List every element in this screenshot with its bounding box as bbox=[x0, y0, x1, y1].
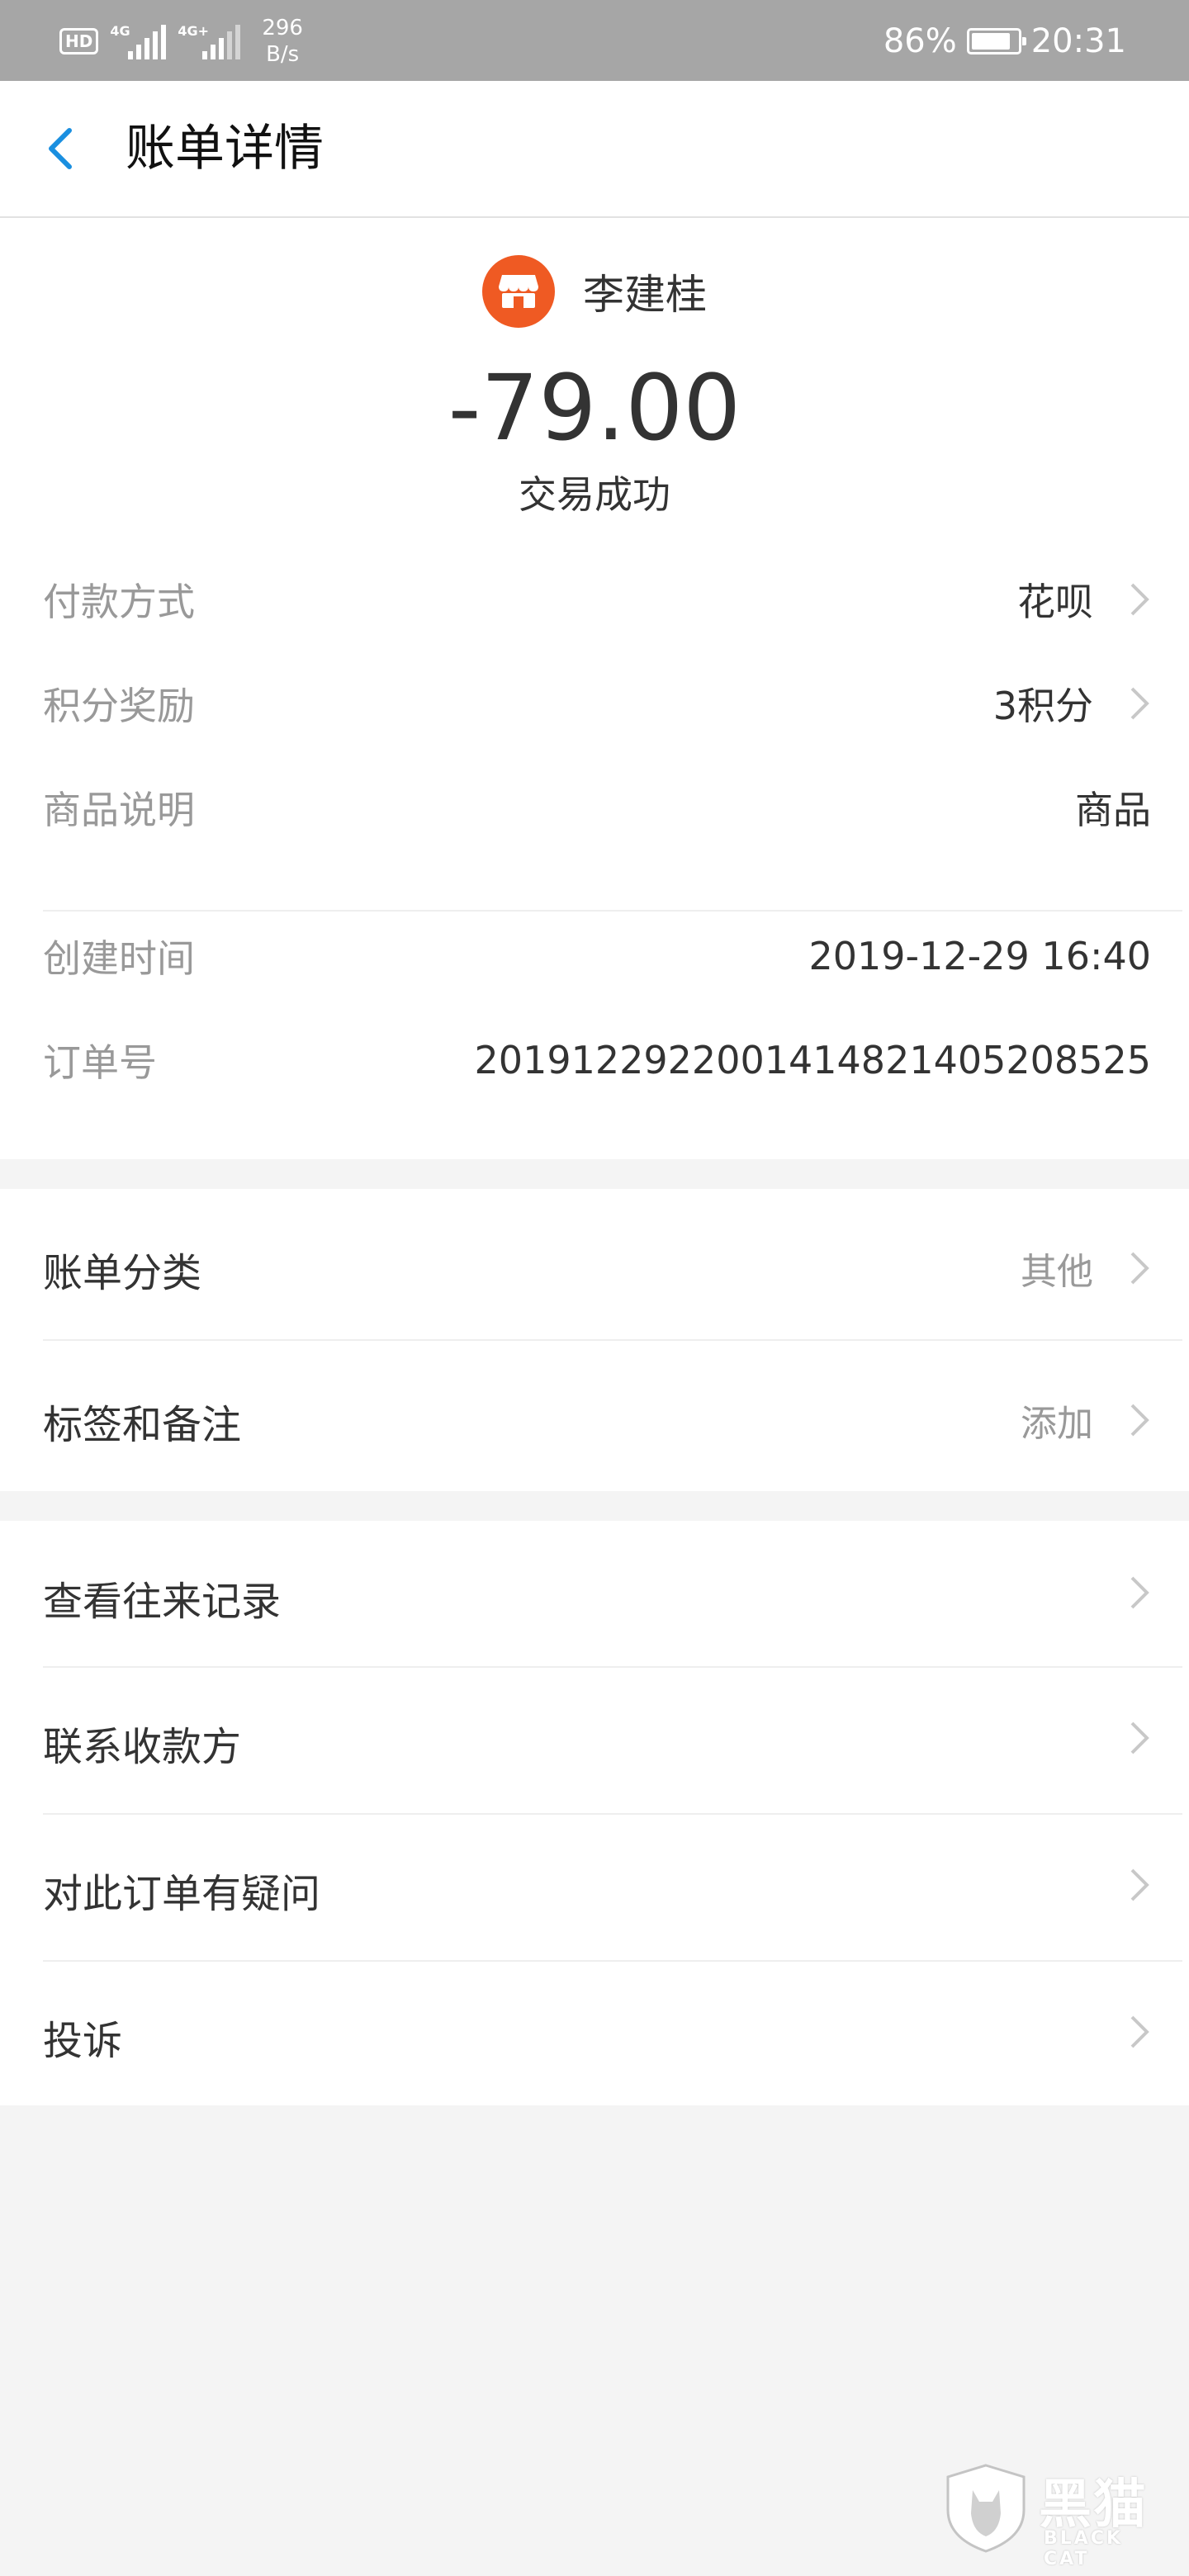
watermark-text: 黑猫 bbox=[1039, 2474, 1148, 2536]
battery-percent: 86% bbox=[883, 22, 957, 60]
detail-value: 花呗 bbox=[1017, 572, 1151, 627]
transaction-status: 交易成功 bbox=[519, 472, 670, 517]
chevron-right-icon bbox=[1130, 1404, 1149, 1437]
menu-value: 添加 bbox=[1021, 1394, 1151, 1447]
chevron-right-icon bbox=[1130, 1721, 1149, 1754]
store-icon bbox=[482, 255, 555, 328]
contact-payee-row[interactable]: 联系收款方 bbox=[0, 1668, 1189, 1813]
detail-label: 订单号 bbox=[43, 1040, 157, 1085]
status-bar-right: 86% 20:31 bbox=[883, 15, 1126, 68]
chevron-right-icon bbox=[1130, 583, 1149, 616]
view-records-row[interactable]: 查看往来记录 bbox=[0, 1521, 1189, 1666]
cat-shield-logo-icon bbox=[946, 2464, 1026, 2553]
points-reward-row[interactable]: 积分奖励 3积分 bbox=[43, 659, 1151, 748]
order-question-row[interactable]: 对此订单有疑问 bbox=[0, 1815, 1189, 1960]
menu-arrow bbox=[1093, 2013, 1151, 2051]
network-speed: 296 B/s bbox=[262, 15, 303, 68]
payment-method-row[interactable]: 付款方式 花呗 bbox=[43, 555, 1151, 644]
hd-badge: HD bbox=[59, 28, 99, 54]
transaction-amount: -79.00 bbox=[448, 355, 741, 461]
page-title: 账单详情 bbox=[126, 120, 324, 178]
back-button[interactable] bbox=[36, 117, 86, 180]
sim1-network-label: 4G bbox=[110, 23, 130, 39]
network-speed-value: 296 bbox=[262, 16, 303, 40]
watermark-subtext: BLACK CAT bbox=[1044, 2528, 1124, 2569]
menu-label: 账单分类 bbox=[43, 1250, 202, 1296]
detail-value: 3积分 bbox=[993, 676, 1151, 731]
signal-sim2-icon: 4G+ bbox=[178, 23, 241, 59]
chevron-left-icon bbox=[49, 128, 72, 169]
menu-arrow bbox=[1093, 1574, 1151, 1612]
detail-label: 积分奖励 bbox=[43, 684, 195, 728]
black-cat-watermark: 黑猫 BLACK CAT bbox=[941, 2459, 1172, 2569]
bill-summary-card: 李建桂 -79.00 交易成功 付款方式 花呗 积分奖励 3积分 商品说明 商品… bbox=[0, 218, 1189, 1159]
battery-icon bbox=[966, 28, 1026, 54]
product-description-row: 商品说明 商品 bbox=[43, 763, 1151, 852]
network-speed-unit: B/s bbox=[266, 42, 300, 67]
bill-category-value: 其他 bbox=[1021, 1251, 1093, 1293]
chevron-right-icon bbox=[1130, 1576, 1149, 1609]
chevron-right-icon bbox=[1130, 1252, 1149, 1285]
order-number-value[interactable]: 2019122922001414821405208525 bbox=[475, 1038, 1151, 1082]
bill-category-row[interactable]: 账单分类 其他 bbox=[0, 1189, 1189, 1341]
payment-method-value: 花呗 bbox=[1017, 580, 1093, 624]
signal-sim1-icon: 4G bbox=[110, 23, 167, 59]
chevron-right-icon bbox=[1130, 2015, 1149, 2048]
order-number-row: 订单号 2019122922001414821405208525 bbox=[43, 1016, 1151, 1105]
tags-notes-value: 添加 bbox=[1021, 1403, 1093, 1445]
detail-label: 商品说明 bbox=[43, 788, 195, 832]
nav-bar: 账单详情 bbox=[0, 81, 1189, 218]
battery-level-fill bbox=[971, 33, 1011, 50]
menu-value: 其他 bbox=[1021, 1242, 1151, 1295]
chevron-right-icon bbox=[1130, 1868, 1149, 1901]
bill-category-card: 账单分类 其他 标签和备注 添加 bbox=[0, 1189, 1189, 1491]
detail-label: 创建时间 bbox=[43, 936, 195, 981]
menu-label: 对此订单有疑问 bbox=[43, 1871, 321, 1917]
chevron-right-icon bbox=[1130, 687, 1149, 720]
created-time-row: 创建时间 2019-12-29 16:40 bbox=[43, 912, 1151, 1001]
merchant-name: 李建桂 bbox=[583, 271, 707, 319]
menu-label: 联系收款方 bbox=[43, 1724, 242, 1770]
points-reward-value: 3积分 bbox=[992, 684, 1093, 728]
status-bar-left: HD 4G 4G+ 296 B/s bbox=[59, 15, 303, 68]
status-bar: HD 4G 4G+ 296 B/s 86% 20:31 bbox=[0, 0, 1189, 81]
merchant-header[interactable]: 李建桂 bbox=[0, 254, 1189, 329]
tags-notes-row[interactable]: 标签和备注 添加 bbox=[0, 1341, 1189, 1491]
bill-actions-card: 查看往来记录 联系收款方 对此订单有疑问 投诉 bbox=[0, 1521, 1189, 2105]
product-description-value: 商品 bbox=[1075, 788, 1151, 832]
menu-arrow bbox=[1093, 1719, 1151, 1757]
complaint-row[interactable]: 投诉 bbox=[0, 1962, 1189, 2105]
detail-label: 付款方式 bbox=[43, 580, 195, 624]
menu-label: 投诉 bbox=[43, 2018, 123, 2064]
menu-label: 查看往来记录 bbox=[43, 1579, 282, 1625]
menu-arrow bbox=[1093, 1866, 1151, 1904]
created-time-value: 2019-12-29 16:40 bbox=[808, 934, 1151, 978]
clock: 20:31 bbox=[1030, 22, 1126, 60]
menu-label: 标签和备注 bbox=[43, 1402, 242, 1448]
sim2-network-label: 4G+ bbox=[178, 23, 210, 39]
